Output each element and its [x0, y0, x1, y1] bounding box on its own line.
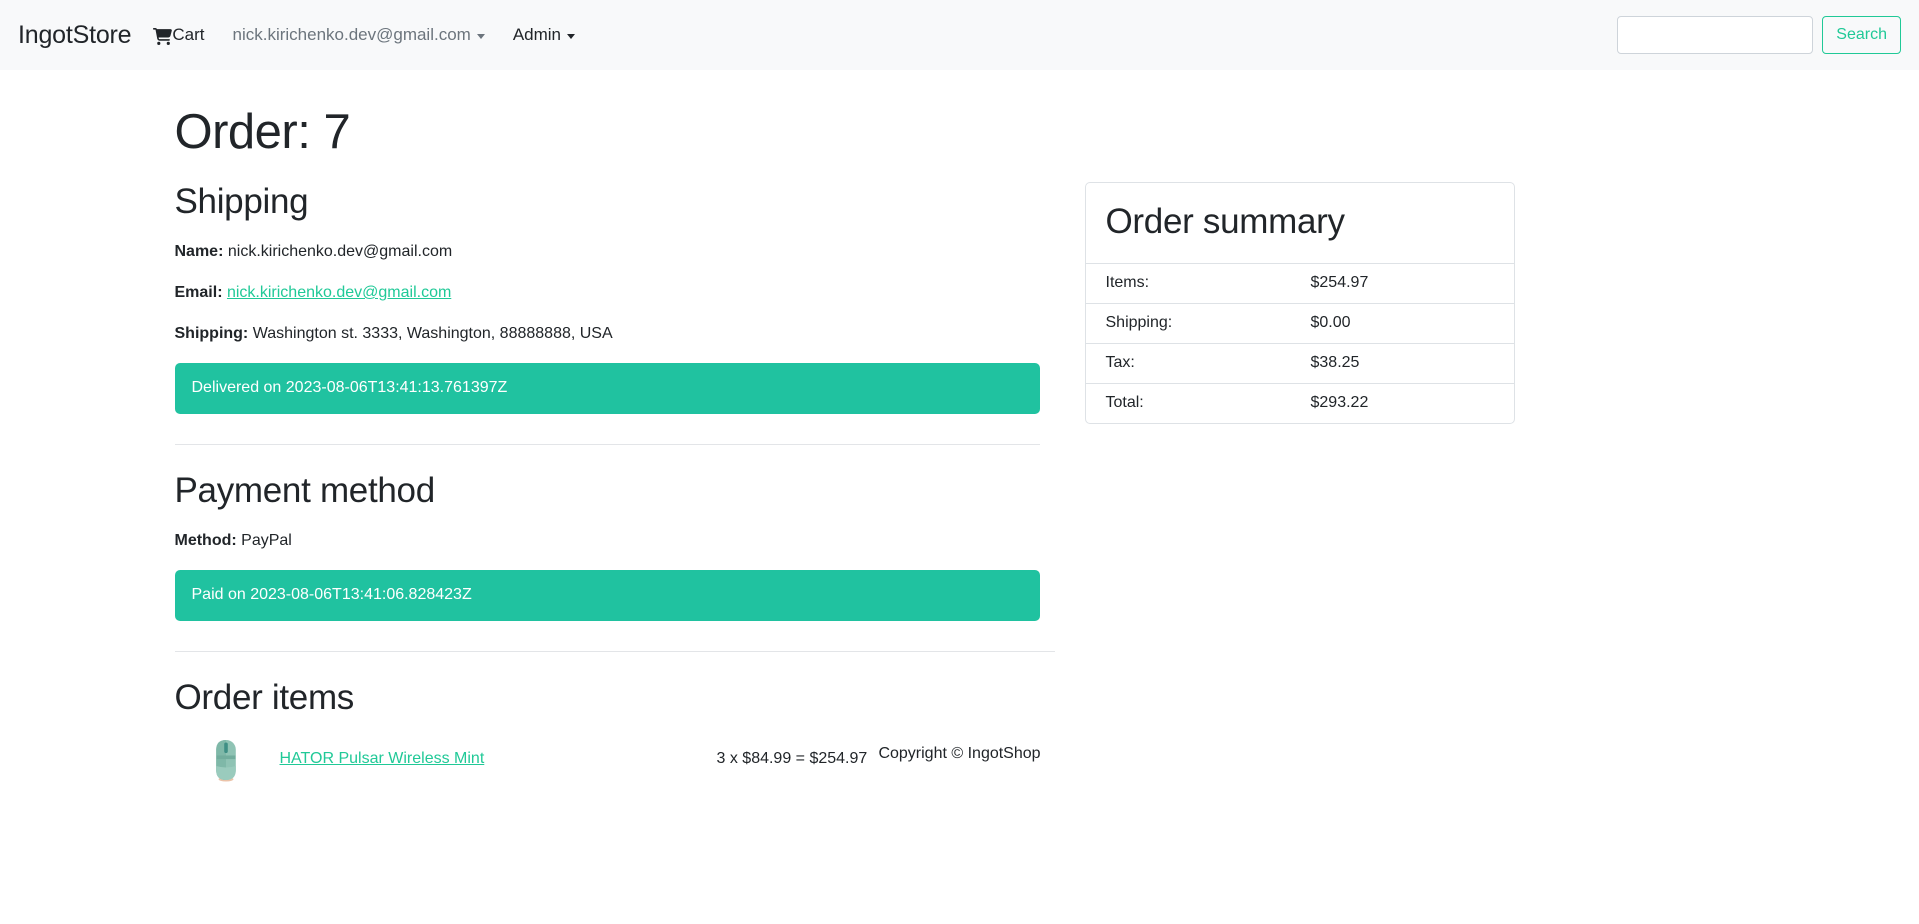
payment-heading: Payment method [174, 470, 436, 510]
order-summary-heading: Order summary [1105, 202, 1345, 241]
order-details-column: Shipping Name: nick.kirichenko.dev@gmail… [174, 182, 1055, 782]
shipping-name-value: nick.kirichenko.dev@gmail.com [227, 243, 453, 260]
order-items-heading: Order items [174, 677, 355, 717]
section-divider [174, 650, 1055, 652]
page-container: Order: 7 Shipping Name: nick.kirichenko.… [160, 104, 1760, 782]
shipping-address-label: Shipping: [174, 325, 249, 342]
nav-item-user-menu[interactable]: nick.kirichenko.dev@gmail.com [218, 25, 498, 45]
summary-row-items: Items: $254.97 [1085, 263, 1514, 303]
page-title: Order: 7 [174, 105, 351, 159]
order-summary-column: Order summary Items: $254.97 Shipping: $… [1084, 182, 1515, 782]
shipping-section: Shipping Name: nick.kirichenko.dev@gmail… [174, 182, 1040, 414]
shipping-address-line: Shipping: Washington st. 3333, Washingto… [175, 322, 1040, 346]
paid-status-alert: Paid on 2023-08-06T13:41:06.828423Z [174, 569, 1040, 621]
brand-logo[interactable]: IngotStore [18, 21, 132, 50]
payment-method-label: Method: [174, 531, 237, 549]
footer: Copyright © IngotShop [160, 726, 1760, 782]
order-summary-header: Order summary [1086, 183, 1514, 263]
shipping-address-value: Washington st. 3333, Washington, 8888888… [252, 325, 613, 342]
shipping-heading: Shipping [174, 182, 309, 221]
summary-label: Total: [1105, 394, 1144, 411]
summary-row-tax: Tax: $38.25 [1085, 343, 1514, 383]
content-row: Shipping Name: nick.kirichenko.dev@gmail… [174, 182, 1745, 782]
nav-item-cart-label: Cart [172, 25, 205, 44]
summary-value: $293.22 [1310, 394, 1369, 411]
search-input[interactable] [1617, 16, 1814, 54]
shipping-name-line: Name: nick.kirichenko.dev@gmail.com [175, 240, 1040, 264]
summary-value: $254.97 [1310, 274, 1369, 291]
top-navbar: IngotStore Cart nick.kirichenko.dev@gmai… [0, 0, 1919, 70]
summary-row-shipping: Shipping: $0.00 [1085, 303, 1514, 343]
nav-item-admin-menu-label: Admin [512, 25, 562, 44]
nav-item-cart[interactable]: Cart [153, 25, 218, 45]
footer-copyright: Copyright © IngotShop [878, 744, 1041, 762]
search-form: Search [1617, 0, 1901, 70]
search-button[interactable]: Search [1822, 16, 1901, 54]
summary-row-total: Total: $293.22 [1085, 383, 1514, 423]
summary-value: $0.00 [1310, 314, 1351, 331]
payment-method-line: Method: PayPal [175, 529, 1040, 553]
delivered-status-alert: Delivered on 2023-08-06T13:41:13.761397Z [174, 363, 1040, 414]
nav-item-user-menu-label: nick.kirichenko.dev@gmail.com [232, 25, 471, 44]
chevron-down-icon [567, 33, 576, 39]
chevron-down-icon [476, 33, 485, 39]
summary-label: Items: [1105, 274, 1150, 291]
shopping-cart-icon [153, 27, 173, 45]
summary-label: Shipping: [1105, 314, 1173, 331]
shipping-email-label: Email: [174, 284, 223, 301]
order-summary-card: Order summary Items: $254.97 Shipping: $… [1084, 182, 1515, 424]
payment-method-value: PayPal [241, 531, 292, 549]
payment-section: Payment method Method: PayPal Paid on 20… [174, 470, 1040, 621]
shipping-name-label: Name: [174, 243, 224, 260]
summary-label: Tax: [1105, 354, 1135, 371]
shipping-email-link[interactable]: nick.kirichenko.dev@gmail.com [227, 284, 451, 301]
shipping-email-line: Email: nick.kirichenko.dev@gmail.com [175, 281, 1040, 305]
nav-item-admin-menu[interactable]: Admin [499, 25, 589, 45]
summary-value: $38.25 [1310, 354, 1360, 371]
nav-links: Cart nick.kirichenko.dev@gmail.com Admin [153, 25, 589, 45]
section-divider [174, 443, 1040, 445]
